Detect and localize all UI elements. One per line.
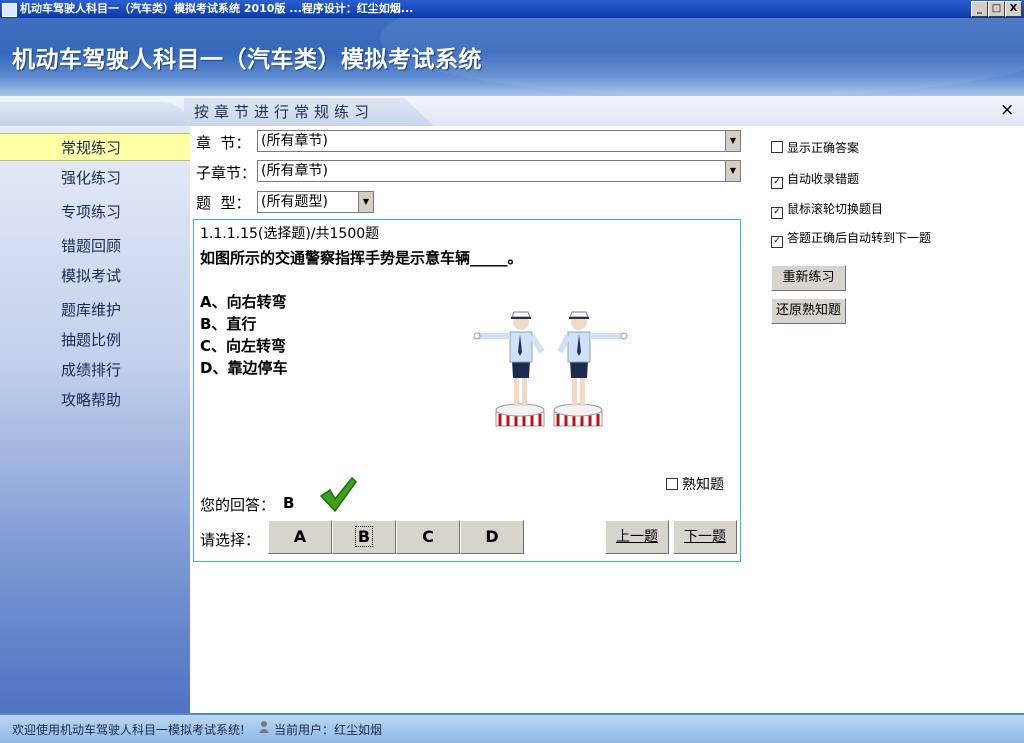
traffic-police-illustration	[473, 311, 628, 427]
sidebar-item-label: 错题回顾	[61, 237, 122, 255]
tab-strip-left-shape	[0, 102, 190, 126]
answer-a-label: A	[293, 527, 307, 546]
answer-b-button[interactable]: B	[332, 520, 396, 554]
show-answer-checkbox[interactable]: 显示正确答案	[771, 139, 859, 156]
chevron-down-icon[interactable]: ▼	[725, 161, 740, 181]
question-type-select[interactable]: (所有题型) ▼	[257, 191, 374, 213]
chapter-label: 章 节：	[196, 134, 251, 152]
familiar-checkbox[interactable]: 熟知题	[666, 474, 724, 494]
chevron-down-icon[interactable]: ▼	[725, 131, 740, 151]
sidebar-item-special-practice[interactable]: 专项练习	[0, 198, 190, 224]
sidebar-item-label: 题库维护	[61, 301, 122, 319]
wheel-switch-checkbox[interactable]: ✓ 鼠标滚轮切换题目	[771, 200, 883, 219]
answer-a-button[interactable]: A	[268, 520, 332, 554]
header-banner: 机动车驾驶人科目一（汽车类）模拟考试系统	[0, 18, 1024, 96]
next-question-label: 下一题	[684, 529, 726, 545]
your-answer-value: B	[283, 494, 295, 512]
question-type-label: 题 型：	[196, 194, 251, 212]
close-window-button[interactable]: X	[1005, 1, 1022, 17]
sidebar-item-wrong-review[interactable]: 错题回顾	[0, 232, 190, 258]
auto-collect-checkbox[interactable]: ✓ 自动收录错题	[771, 170, 859, 189]
checkbox-checked-icon: ✓	[771, 207, 783, 219]
answer-d-button[interactable]: D	[460, 520, 524, 554]
sidebar-item-bank-maintenance[interactable]: 题库维护	[0, 296, 190, 322]
sidebar-item-mock-exam[interactable]: 模拟考试	[0, 262, 190, 288]
sidebar-item-regular-practice[interactable]: 常规练习	[0, 133, 190, 161]
window-titlebar: 机动车驾驶人科目一（汽车类）模拟考试系统 2010版 ...程序设计：红尘如烟.…	[0, 0, 1024, 18]
subchapter-label: 子章节：	[196, 164, 257, 182]
police-figure-left	[473, 311, 545, 427]
option-d: D、靠边停车	[200, 359, 288, 377]
next-question-button[interactable]: 下一题	[673, 520, 737, 554]
answer-c-button[interactable]: C	[396, 520, 460, 554]
answer-c-label: C	[422, 527, 434, 546]
sidebar-item-label: 专项练习	[61, 203, 122, 221]
subchapter-select-value: (所有章节)	[261, 163, 328, 179]
chapter-select[interactable]: (所有章节) ▼	[257, 130, 741, 152]
current-user: 当前用户：红尘如烟	[274, 723, 383, 737]
auto-next-label: 答题正确后自动转到下一题	[787, 231, 932, 245]
restart-practice-button[interactable]: 重新练习	[771, 265, 846, 291]
answer-b-label: B	[354, 526, 374, 547]
option-c: C、向左转弯	[200, 337, 287, 355]
correct-check-icon	[319, 476, 357, 513]
status-bar: 欢迎使用机动车驾驶人科目一模拟考试系统! 当前用户：红尘如烟	[0, 713, 1024, 743]
option-a: A、向右转弯	[200, 293, 287, 311]
sidebar-item-help[interactable]: 攻略帮助	[0, 386, 190, 412]
tab-label: 按章节进行常规练习	[194, 103, 375, 121]
window-title: 机动车驾驶人科目一（汽车类）模拟考试系统 2010版 ...程序设计：红尘如烟.…	[20, 2, 414, 15]
sidebar-item-label: 攻略帮助	[61, 391, 122, 409]
checkbox-checked-icon: ✓	[771, 177, 783, 189]
familiar-label: 熟知题	[682, 477, 724, 493]
checkbox-checked-icon: ✓	[771, 236, 783, 248]
restore-familiar-button[interactable]: 还原熟知题	[771, 298, 846, 324]
app-title: 机动车驾驶人科目一（汽车类）模拟考试系统	[12, 47, 482, 73]
sidebar-item-label: 抽题比例	[61, 331, 122, 349]
subchapter-select[interactable]: (所有章节) ▼	[257, 160, 741, 182]
app-icon	[2, 3, 17, 17]
sidebar: 常规练习 强化练习 专项练习 错题回顾 模拟考试 题库维护 抽题比例 成绩排行 …	[0, 126, 191, 713]
auto-collect-label: 自动收录错题	[787, 172, 860, 186]
question-panel: 1.1.1.15(选择题)/共1500题 如图所示的交通警察指挥手势是示意车辆_…	[193, 219, 741, 562]
checkbox-icon	[666, 478, 678, 490]
sidebar-item-label: 常规练习	[61, 139, 122, 157]
chevron-down-icon[interactable]: ▼	[358, 192, 373, 212]
your-answer-label: 您的回答：	[200, 496, 276, 514]
prev-question-label: 上一题	[616, 529, 658, 545]
sidebar-item-label: 模拟考试	[61, 267, 122, 285]
show-answer-label: 显示正确答案	[787, 141, 860, 155]
chapter-select-value: (所有章节)	[261, 133, 328, 149]
option-b: B、直行	[200, 315, 257, 333]
user-icon	[259, 721, 269, 733]
sidebar-item-intensive-practice[interactable]: 强化练习	[0, 164, 190, 190]
sidebar-item-score-ranking[interactable]: 成绩排行	[0, 356, 190, 382]
answer-d-label: D	[485, 527, 499, 546]
tab-strip: 按章节进行常规练习 ×	[0, 96, 1024, 127]
choose-label: 请选择：	[200, 531, 261, 549]
minimize-button[interactable]: _	[971, 1, 988, 17]
maximize-button[interactable]: □	[988, 1, 1005, 17]
question-text: 如图所示的交通警察指挥手势是示意车辆_____。	[200, 249, 523, 267]
auto-next-checkbox[interactable]: ✓ 答题正确后自动转到下一题	[771, 229, 931, 248]
police-figure-right	[553, 311, 628, 427]
sidebar-item-label: 强化练习	[61, 169, 122, 187]
checkbox-icon	[771, 141, 783, 153]
wheel-switch-label: 鼠标滚轮切换题目	[787, 202, 884, 216]
prev-question-button[interactable]: 上一题	[605, 520, 669, 554]
close-tab-icon[interactable]: ×	[1000, 100, 1014, 120]
question-type-select-value: (所有题型)	[261, 194, 328, 210]
sidebar-item-question-ratio[interactable]: 抽题比例	[0, 326, 190, 352]
sidebar-item-label: 成绩排行	[61, 361, 122, 379]
question-id: 1.1.1.15(选择题)/共1500题	[200, 226, 380, 242]
welcome-message: 欢迎使用机动车驾驶人科目一模拟考试系统!	[12, 723, 245, 737]
